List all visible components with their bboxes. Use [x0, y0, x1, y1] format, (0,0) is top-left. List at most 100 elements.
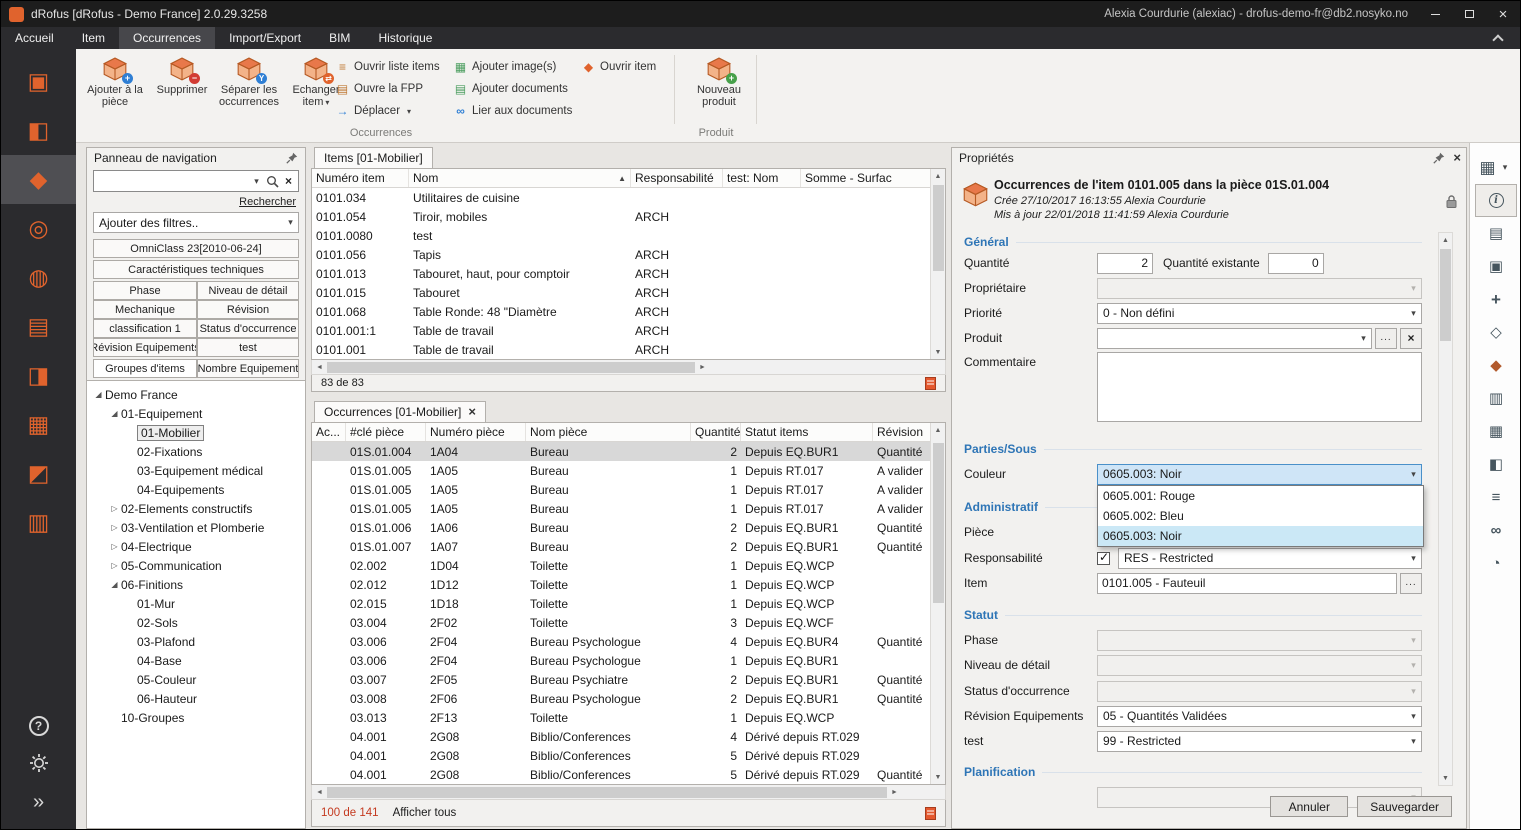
tab-occurrences[interactable]: Occurrences [01-Mobilier] — [314, 401, 486, 422]
rechercher-link[interactable]: Rechercher — [239, 196, 296, 208]
table-row[interactable]: 0101.001 Table de travail ARCH — [312, 340, 945, 359]
dropdown-option[interactable]: 0605.002: Bleu — [1098, 506, 1423, 526]
tab-items[interactable]: Items [01-Mobilier] — [314, 147, 433, 168]
table-row[interactable]: 01S.01.005 1A05 Bureau 1 Depuis RT.017 A… — [312, 461, 945, 480]
filter-button[interactable]: Révision — [197, 300, 299, 319]
column-header[interactable]: Somme - Surfac — [801, 169, 945, 187]
table-row[interactable]: 04.001 2G08 Biblio/Conferences 5 Dérivé … — [312, 746, 945, 765]
tree-item[interactable]: Demo France — [87, 385, 305, 404]
nav-tab[interactable]: Nombre Equipement — [197, 359, 299, 378]
column-header[interactable]: Ac... — [312, 423, 346, 441]
ribbon-large-button[interactable]: Séparer les occurrences — [218, 53, 280, 109]
filter-button[interactable]: Phase — [93, 281, 197, 300]
table-row[interactable]: 03.004 2F02 Toilette 3 Depuis EQ.WCF — [312, 613, 945, 632]
menu-tab[interactable]: Accueil — [1, 27, 68, 49]
search-input[interactable] — [93, 170, 299, 192]
tree-item[interactable]: 02-Elements constructifs — [87, 499, 305, 518]
settings-button[interactable] — [1, 745, 76, 783]
close-panel-icon[interactable] — [1453, 151, 1461, 165]
ribbon-large-button[interactable]: Ajouter à la pièce — [84, 53, 146, 109]
ribbon-small-button[interactable]: Ouvre la FPP — [336, 80, 440, 97]
filter-button[interactable]: Status d'occurrence — [197, 319, 299, 338]
ribbon-small-button[interactable]: Ouvrir item — [582, 58, 656, 75]
close-button[interactable] — [1486, 1, 1520, 27]
table-row[interactable]: 0101.034 Utilitaires de cuisine — [312, 188, 945, 207]
scroll-left-icon[interactable] — [312, 360, 327, 374]
table-row[interactable]: 0101.013 Tabouret, haut, pour comptoir A… — [312, 264, 945, 283]
column-header[interactable]: Numéro item — [312, 169, 409, 187]
filter-button[interactable]: Niveau de détail — [197, 281, 299, 300]
show-all-link[interactable]: Afficher tous — [393, 807, 457, 819]
menu-tab[interactable]: Import/Export — [215, 27, 315, 49]
product-browse-button[interactable] — [1375, 328, 1397, 349]
column-header[interactable]: Nom — [409, 169, 631, 187]
filter-button[interactable]: test — [197, 338, 299, 357]
vertical-scrollbar[interactable] — [1438, 232, 1453, 786]
tree-item[interactable]: 04-Equipements — [87, 480, 305, 499]
vertical-scrollbar[interactable] — [930, 423, 945, 784]
scroll-down-icon[interactable] — [931, 770, 945, 784]
horizontal-scrollbar[interactable] — [311, 785, 946, 800]
expand-sidebar-button[interactable] — [1, 783, 76, 821]
tool-button[interactable] — [1475, 316, 1517, 349]
table-row[interactable]: 03.007 2F05 Bureau Psychiatre 2 Depuis E… — [312, 670, 945, 689]
tree-item[interactable]: 02-Fixations — [87, 442, 305, 461]
close-tab-icon[interactable] — [468, 405, 476, 419]
tool-button[interactable] — [1475, 283, 1517, 316]
module-button[interactable] — [1, 498, 76, 547]
column-header[interactable]: Responsabilité — [631, 169, 723, 187]
scrollbar-thumb[interactable] — [1440, 249, 1451, 341]
product-combo[interactable] — [1097, 328, 1372, 349]
tree-expander-icon[interactable] — [92, 391, 105, 399]
tree-item[interactable]: 04-Electrique — [87, 537, 305, 556]
tree-expander-icon[interactable] — [108, 410, 121, 418]
module-button[interactable] — [1, 204, 76, 253]
cancel-button[interactable]: Annuler — [1270, 796, 1348, 817]
item-field[interactable]: 0101.005 - Fauteuil — [1097, 573, 1397, 594]
filter-button[interactable]: Caractéristiques techniques — [93, 260, 299, 279]
column-header[interactable]: test: Nom — [723, 169, 801, 187]
maximize-button[interactable] — [1452, 1, 1486, 27]
module-button[interactable] — [1, 449, 76, 498]
responsabilite-combo[interactable]: RES - Restricted — [1118, 548, 1422, 569]
tool-button[interactable] — [1475, 184, 1517, 217]
new-product-button[interactable]: Nouveau produit — [688, 53, 750, 108]
table-row[interactable]: 04.001 2G08 Biblio/Conferences 5 Dérivé … — [312, 765, 945, 784]
vertical-scrollbar[interactable] — [930, 169, 945, 359]
niveau-combo[interactable] — [1097, 655, 1422, 676]
minimize-button[interactable] — [1418, 1, 1452, 27]
ribbon-small-button[interactable]: Ouvrir liste items — [336, 58, 440, 75]
table-row[interactable]: 0101.068 Table Ronde: 48 "Diamètre ARCH — [312, 302, 945, 321]
scroll-right-icon[interactable] — [887, 785, 902, 799]
module-button[interactable] — [1, 253, 76, 302]
layout-tool-button[interactable] — [1475, 151, 1517, 184]
search-options-caret-icon[interactable] — [249, 176, 264, 187]
tree-item[interactable]: 05-Couleur — [87, 670, 305, 689]
tree-item[interactable]: 05-Communication — [87, 556, 305, 575]
table-row[interactable]: 01S.01.006 1A06 Bureau 2 Depuis EQ.BUR1 … — [312, 518, 945, 537]
table-row[interactable]: 04.001 2G08 Biblio/Conferences 4 Dérivé … — [312, 727, 945, 746]
responsabilite-checkbox[interactable] — [1097, 552, 1110, 565]
scrollbar-thumb[interactable] — [933, 185, 944, 271]
occurrence-status-combo[interactable] — [1097, 681, 1422, 702]
tree-expander-icon[interactable] — [108, 505, 121, 513]
dropdown-option[interactable]: 0605.001: Rouge — [1098, 486, 1423, 506]
table-row[interactable]: 03.006 2F04 Bureau Psychologue 4 Depuis … — [312, 632, 945, 651]
pin-icon[interactable] — [1431, 152, 1447, 164]
phase-combo[interactable] — [1097, 630, 1422, 651]
tree-item[interactable]: 03-Plafond — [87, 632, 305, 651]
priority-combo[interactable]: 0 - Non défini — [1097, 303, 1422, 324]
tool-button[interactable] — [1475, 547, 1517, 580]
tree-item[interactable]: 10-Groupes — [87, 708, 305, 727]
menu-tab[interactable]: Historique — [364, 27, 446, 49]
column-header[interactable]: Numéro pièce — [426, 423, 526, 441]
tool-button[interactable] — [1475, 382, 1517, 415]
comment-textarea[interactable] — [1097, 352, 1422, 422]
table-row[interactable]: 0101.001:1 Table de travail ARCH — [312, 321, 945, 340]
quantity-input[interactable]: 2 — [1097, 253, 1153, 274]
table-row[interactable]: 01S.01.007 1A07 Bureau 2 Depuis EQ.BUR1 … — [312, 537, 945, 556]
tree-item[interactable]: 06-Finitions — [87, 575, 305, 594]
tree-expander-icon[interactable] — [108, 543, 121, 551]
menu-tab[interactable]: Occurrences — [119, 27, 215, 49]
tool-button[interactable] — [1475, 349, 1517, 382]
